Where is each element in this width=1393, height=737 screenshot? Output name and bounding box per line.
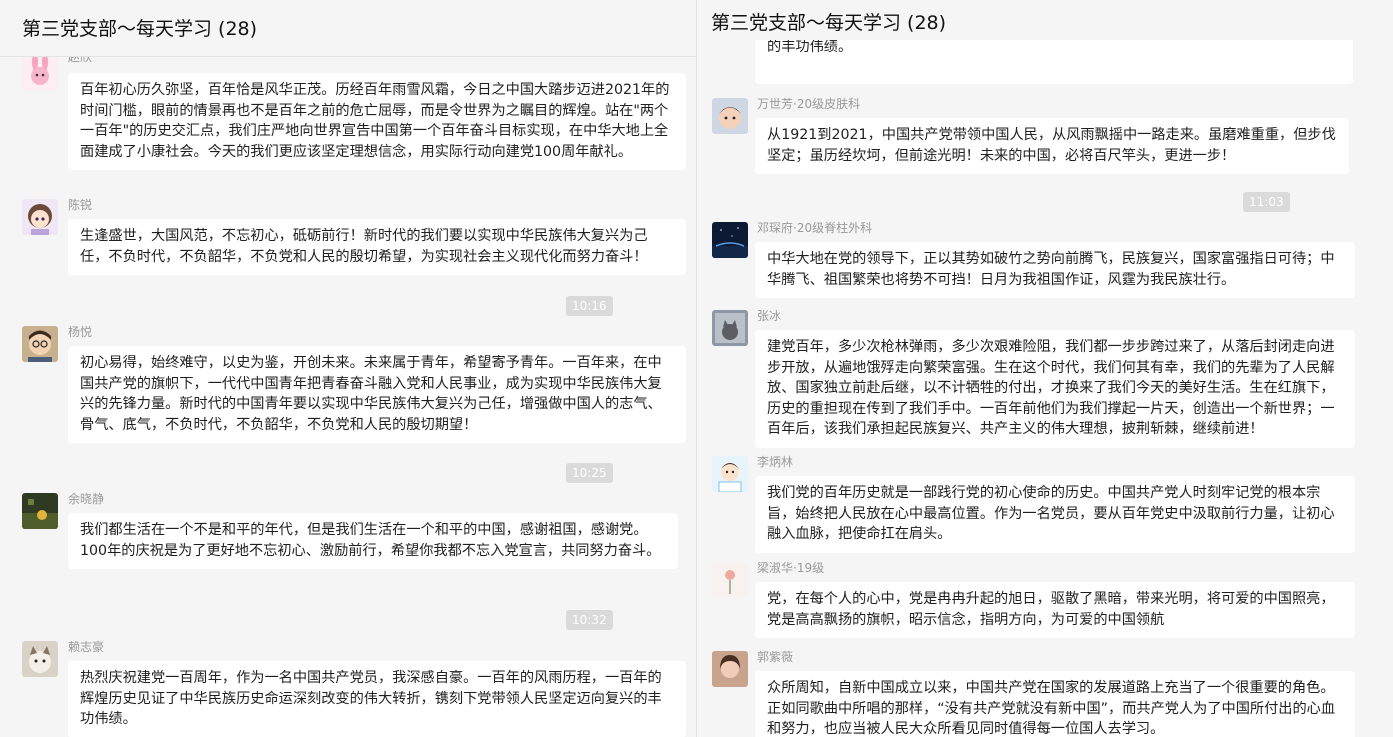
chat-window-right: 的辉煌历史见证了中华民族历史命运深刻改变的伟大转折，镌刻下党带领人民坚定迈向复兴… <box>697 0 1393 737</box>
message-bubble[interactable]: 生逢盛世，大国风范，不忘初心，砥砺前行！新时代的我们要以实现中华民族伟大复兴为己… <box>68 219 686 275</box>
message-text: 建党百年，多少次枪林弹雨，多少次艰难险阻，我们都一步步跨过来了，从落后封闭走向进… <box>767 339 1335 437</box>
message-bubble[interactable]: 热烈庆祝建党一百周年，作为一名中国共产党员，我深感自豪。一百年的风雨历程，一百年… <box>68 661 686 737</box>
message-text: 众所周知，自新中国成立以来，中国共产党在国家的发展道路上充当了一个很重要的角色。… <box>767 680 1336 737</box>
chat-title: 第三党支部～每天学习 (28) <box>711 12 947 34</box>
message-text: 热烈庆祝建党一百周年，作为一名中国共产党员，我深感自豪。一百年的风雨历程，一百年… <box>80 670 662 727</box>
flower-avatar[interactable] <box>712 562 748 598</box>
message-stream[interactable]: 赵欣 百年初心历久弥坚，百年恰是风华正茂。历经百年雨雪风霜，今日之中国大踏步迈进… <box>0 0 696 737</box>
doctor-cartoon-avatar[interactable] <box>712 456 748 492</box>
sender-name: 杨悦 <box>68 325 93 339</box>
message-bubble[interactable]: 初心易得，始终难守，以史为鉴，开创未来。未来属于青年，希望寄予青年。一百年来，在… <box>68 346 686 443</box>
message-text: 生逢盛世，大国风范，不忘初心，砥砺前行！新时代的我们要以实现中华民族伟大复兴为己… <box>80 228 648 265</box>
message-bubble[interactable]: 党，在每个人的心中，党是冉冉升起的旭日，驱散了黑暗，带来光明，将可爱的中国照亮，… <box>755 582 1355 638</box>
message-text: 从1921到2021，中国共产党带领中国人民，从风雨飘摇中一路走来。虽磨难重重，… <box>767 127 1336 164</box>
chat-header: 第三党支部～每天学习 (28) <box>697 0 1393 40</box>
portrait-avatar[interactable] <box>712 651 748 687</box>
message-text: 我们党的百年历史就是一部践行党的初心使命的历史。中国共产党人时刻牢记党的根本宗旨… <box>767 485 1335 542</box>
sender-name: 余晓静 <box>68 492 105 506</box>
message-bubble[interactable]: 百年初心历久弥坚，百年恰是风华正茂。历经百年雨雪风霜，今日之中国大踏步迈进202… <box>68 73 686 170</box>
message-text: 中华大地在党的领导下，正以其势如破竹之势向前腾飞，民族复兴，国家富强指日可待；中… <box>767 251 1335 288</box>
sender-name: 赖志豪 <box>68 640 105 654</box>
message-stream[interactable]: 的辉煌历史见证了中华民族历史命运深刻改变的伟大转折，镌刻下党带领人民坚定迈向复兴… <box>697 0 1393 737</box>
child-photo-avatar[interactable] <box>712 98 748 134</box>
message-text: 我们都生活在一个不是和平的年代，但是我们生活在一个和平的中国，感谢祖国，感谢党。… <box>80 522 661 559</box>
sender-name: 邓琛府·20级脊柱外科 <box>757 221 873 235</box>
message-text: 党，在每个人的心中，党是冉冉升起的旭日，驱散了黑暗，带来光明，将可爱的中国照亮，… <box>767 591 1335 628</box>
message-bubble[interactable]: 从1921到2021，中国共产党带领中国人民，从风雨飘摇中一路走来。虽磨难重重，… <box>755 118 1349 174</box>
message-text: 百年初心历久弥坚，百年恰是风华正茂。历经百年雨雪风霜，今日之中国大踏步迈进202… <box>80 82 670 160</box>
nature-photo-avatar[interactable] <box>22 493 58 529</box>
message-bubble[interactable]: 中华大地在党的领导下，正以其势如破竹之势向前腾飞，民族复兴，国家富强指日可待；中… <box>755 242 1355 298</box>
message-bubble[interactable]: 众所周知，自新中国成立以来，中国共产党在国家的发展道路上充当了一个很重要的角色。… <box>755 671 1355 737</box>
message-text: 初心易得，始终难守，以史为鉴，开创未来。未来属于青年，希望寄予青年。一百年来，在… <box>80 355 662 433</box>
night-sky-avatar[interactable] <box>712 222 748 258</box>
cat-window-avatar[interactable] <box>712 310 748 346</box>
chat-window-left: 赵欣 百年初心历久弥坚，百年恰是风华正茂。历经百年雨雪风霜，今日之中国大踏步迈进… <box>0 0 696 737</box>
chat-header: 第三党支部～每天学习 (28) <box>0 0 696 57</box>
sender-name: 张冰 <box>757 309 782 323</box>
sender-name: 万世芳·20级皮肤科 <box>757 97 861 111</box>
sender-name: 梁淑华·19级 <box>757 561 825 575</box>
timestamp: 11:03 <box>1243 192 1290 212</box>
chat-title: 第三党支部～每天学习 (28) <box>22 18 258 40</box>
timestamp: 10:32 <box>566 610 613 630</box>
sender-name: 陈锐 <box>68 198 93 212</box>
timestamp: 10:25 <box>566 463 613 483</box>
cat-avatar[interactable] <box>22 641 58 677</box>
message-bubble[interactable]: 我们党的百年历史就是一部践行党的初心使命的历史。中国共产党人时刻牢记党的根本宗旨… <box>755 476 1355 553</box>
rabbit-avatar[interactable] <box>22 54 58 90</box>
anime-girl-avatar[interactable] <box>22 199 58 235</box>
timestamp: 10:16 <box>566 296 613 316</box>
message-bubble[interactable]: 建党百年，多少次枪林弹雨，多少次艰难险阻，我们都一步步跨过来了，从落后封闭走向进… <box>755 330 1355 448</box>
sender-name: 郭紫薇 <box>757 650 794 664</box>
cartoon-glasses-avatar[interactable] <box>22 326 58 362</box>
sender-name: 李炳林 <box>757 455 794 469</box>
message-bubble[interactable]: 我们都生活在一个不是和平的年代，但是我们生活在一个和平的中国，感谢祖国，感谢党。… <box>68 513 678 569</box>
